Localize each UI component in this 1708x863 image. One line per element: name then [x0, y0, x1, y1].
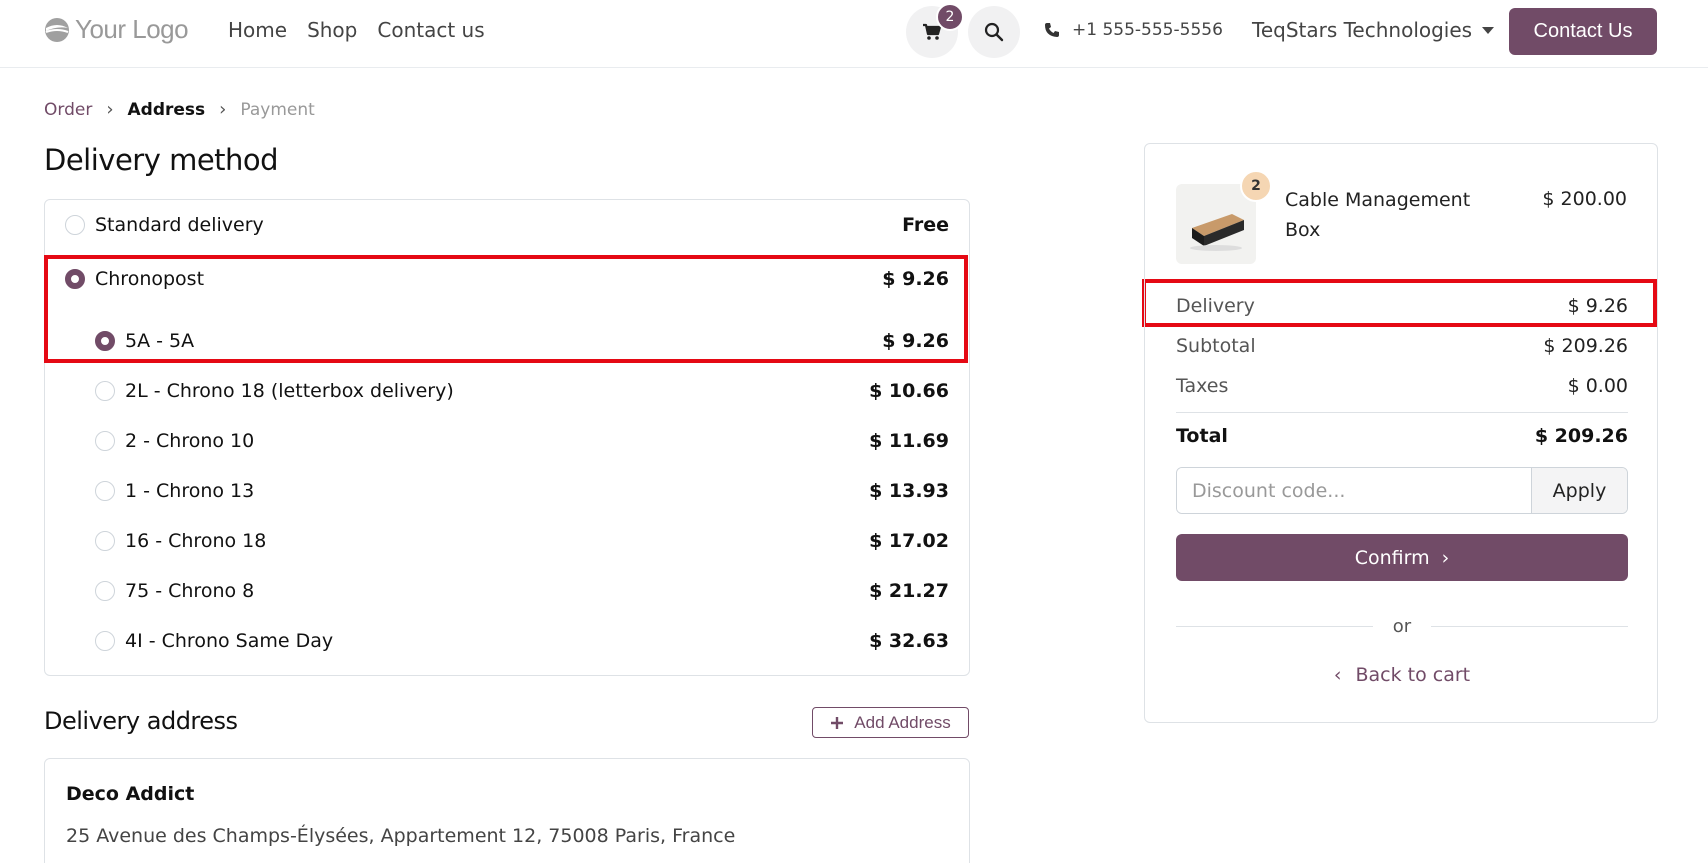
taxes-row: Taxes $ 0.00 [1176, 375, 1628, 397]
address-name: Deco Addict [66, 783, 195, 805]
chrono-option-price: $ 10.66 [869, 380, 949, 402]
address-line: 25 Avenue des Champs-Élysées, Appartemen… [66, 825, 736, 847]
chrono-option-label: 16 - Chrono 18 [125, 530, 267, 552]
chrono-option-price: $ 13.93 [869, 480, 949, 502]
phone-icon [1045, 23, 1059, 37]
chrono-option-price: $ 32.63 [869, 630, 949, 652]
nav-home[interactable]: Home [228, 18, 287, 42]
breadcrumb-order[interactable]: Order [44, 100, 92, 120]
company-dropdown[interactable]: TeqStars Technologies [1252, 18, 1495, 42]
radio-75[interactable] [95, 581, 115, 601]
back-to-cart-link[interactable]: ‹ Back to cart [1176, 664, 1628, 686]
radio-1[interactable] [95, 481, 115, 501]
subtotal-row: Subtotal $ 209.26 [1176, 335, 1628, 357]
chevron-right-icon: › [219, 99, 227, 120]
chrono-option-price: $ 17.02 [869, 530, 949, 552]
radio-4i[interactable] [95, 631, 115, 651]
delivery-method-title: Delivery method [44, 143, 279, 177]
nav-shop[interactable]: Shop [307, 18, 357, 42]
divider-line [1431, 625, 1629, 627]
breadcrumb-address: Address [127, 99, 206, 120]
chrono-option-2[interactable]: 2 - Chrono 10 $ 11.69 [45, 421, 969, 461]
chrono-option-label: 1 - Chrono 13 [125, 480, 255, 502]
chronopost-highlight [44, 255, 968, 363]
logo-text: Your Logo [75, 14, 189, 44]
radio-2l[interactable] [95, 381, 115, 401]
total-label: Total [1176, 425, 1228, 447]
chrono-option-75[interactable]: 75 - Chrono 8 $ 21.27 [45, 571, 969, 611]
chrono-option-1[interactable]: 1 - Chrono 13 $ 13.93 [45, 471, 969, 511]
radio-standard[interactable] [65, 215, 85, 235]
company-name: TeqStars Technologies [1252, 18, 1473, 42]
phone-link[interactable]: +1 555-555-5556 [1044, 20, 1223, 40]
checkout-breadcrumb: Order › Address › Payment [44, 99, 315, 120]
chrono-option-2l[interactable]: 2L - Chrono 18 (letterbox delivery) $ 10… [45, 371, 969, 411]
chevron-right-icon: › [1441, 546, 1450, 569]
delivery-option-label: Standard delivery [95, 214, 264, 236]
apply-discount-button[interactable]: Apply [1531, 468, 1627, 513]
cart-button[interactable]: 2 [906, 3, 964, 58]
chevron-right-icon: › [106, 99, 114, 120]
divider-line [1176, 625, 1373, 627]
total-row: Total $ 209.26 [1176, 425, 1628, 447]
chevron-left-icon: ‹ [1333, 664, 1342, 686]
phone-number: +1 555-555-5556 [1072, 20, 1223, 40]
chrono-option-label: 4I - Chrono Same Day [125, 630, 334, 652]
cart-count-badge: 2 [936, 3, 964, 31]
logo[interactable]: Your Logo [43, 14, 189, 45]
add-address-label: Add Address [854, 712, 951, 732]
contact-us-button[interactable]: Contact Us [1509, 8, 1657, 55]
delivery-row: Delivery $ 9.26 [1176, 295, 1628, 317]
confirm-button[interactable]: Confirm › [1176, 534, 1628, 581]
product-qty-badge: 2 [1240, 170, 1272, 202]
chrono-option-16[interactable]: 16 - Chrono 18 $ 17.02 [45, 521, 969, 561]
or-text: or [1392, 615, 1412, 637]
discount-code-input[interactable] [1177, 468, 1531, 513]
or-divider: or [1176, 611, 1629, 641]
subtotal-value: $ 209.26 [1543, 335, 1628, 357]
discount-form: Apply [1176, 467, 1628, 514]
caret-down-icon [1482, 26, 1495, 34]
radio-16[interactable] [95, 531, 115, 551]
main-nav: Home Shop Contact us [228, 18, 485, 42]
delivery-address-title: Delivery address [44, 707, 238, 735]
delivery-option-standard[interactable]: Standard delivery Free [45, 205, 969, 245]
chrono-option-label: 2 - Chrono 10 [125, 430, 255, 452]
confirm-label: Confirm [1354, 546, 1430, 569]
breadcrumb-payment: Payment [240, 99, 315, 120]
radio-2[interactable] [95, 431, 115, 451]
plus-icon [831, 716, 844, 729]
summary-divider [1176, 412, 1628, 413]
total-value: $ 209.26 [1534, 425, 1628, 447]
delivery-value: $ 9.26 [1567, 295, 1628, 317]
chrono-option-label: 2L - Chrono 18 (letterbox delivery) [125, 380, 454, 402]
product-name[interactable]: Cable Management Box [1285, 185, 1495, 245]
order-summary: 2 Cable Management Box $ 200.00 Delivery… [1144, 143, 1658, 723]
chrono-option-price: $ 11.69 [869, 430, 949, 452]
search-icon [984, 22, 1004, 42]
logo-icon [45, 17, 69, 42]
taxes-label: Taxes [1176, 375, 1229, 397]
site-header: Your Logo Home Shop Contact us 2 +1 555-… [0, 0, 1708, 68]
taxes-value: $ 0.00 [1567, 375, 1628, 397]
add-address-button[interactable]: Add Address [812, 707, 969, 738]
nav-contact[interactable]: Contact us [377, 18, 484, 42]
chrono-option-price: $ 21.27 [869, 580, 949, 602]
chrono-option-label: 75 - Chrono 8 [125, 580, 255, 602]
address-card[interactable]: Deco Addict 25 Avenue des Champs-Élysées… [44, 758, 970, 863]
search-button[interactable] [968, 6, 1020, 58]
delivery-label: Delivery [1176, 295, 1255, 317]
delivery-option-price: Free [902, 214, 949, 236]
product-price: $ 200.00 [1542, 188, 1627, 210]
back-to-cart-label: Back to cart [1355, 664, 1471, 686]
chrono-option-4i[interactable]: 4I - Chrono Same Day $ 32.63 [45, 621, 969, 661]
subtotal-label: Subtotal [1176, 335, 1256, 357]
